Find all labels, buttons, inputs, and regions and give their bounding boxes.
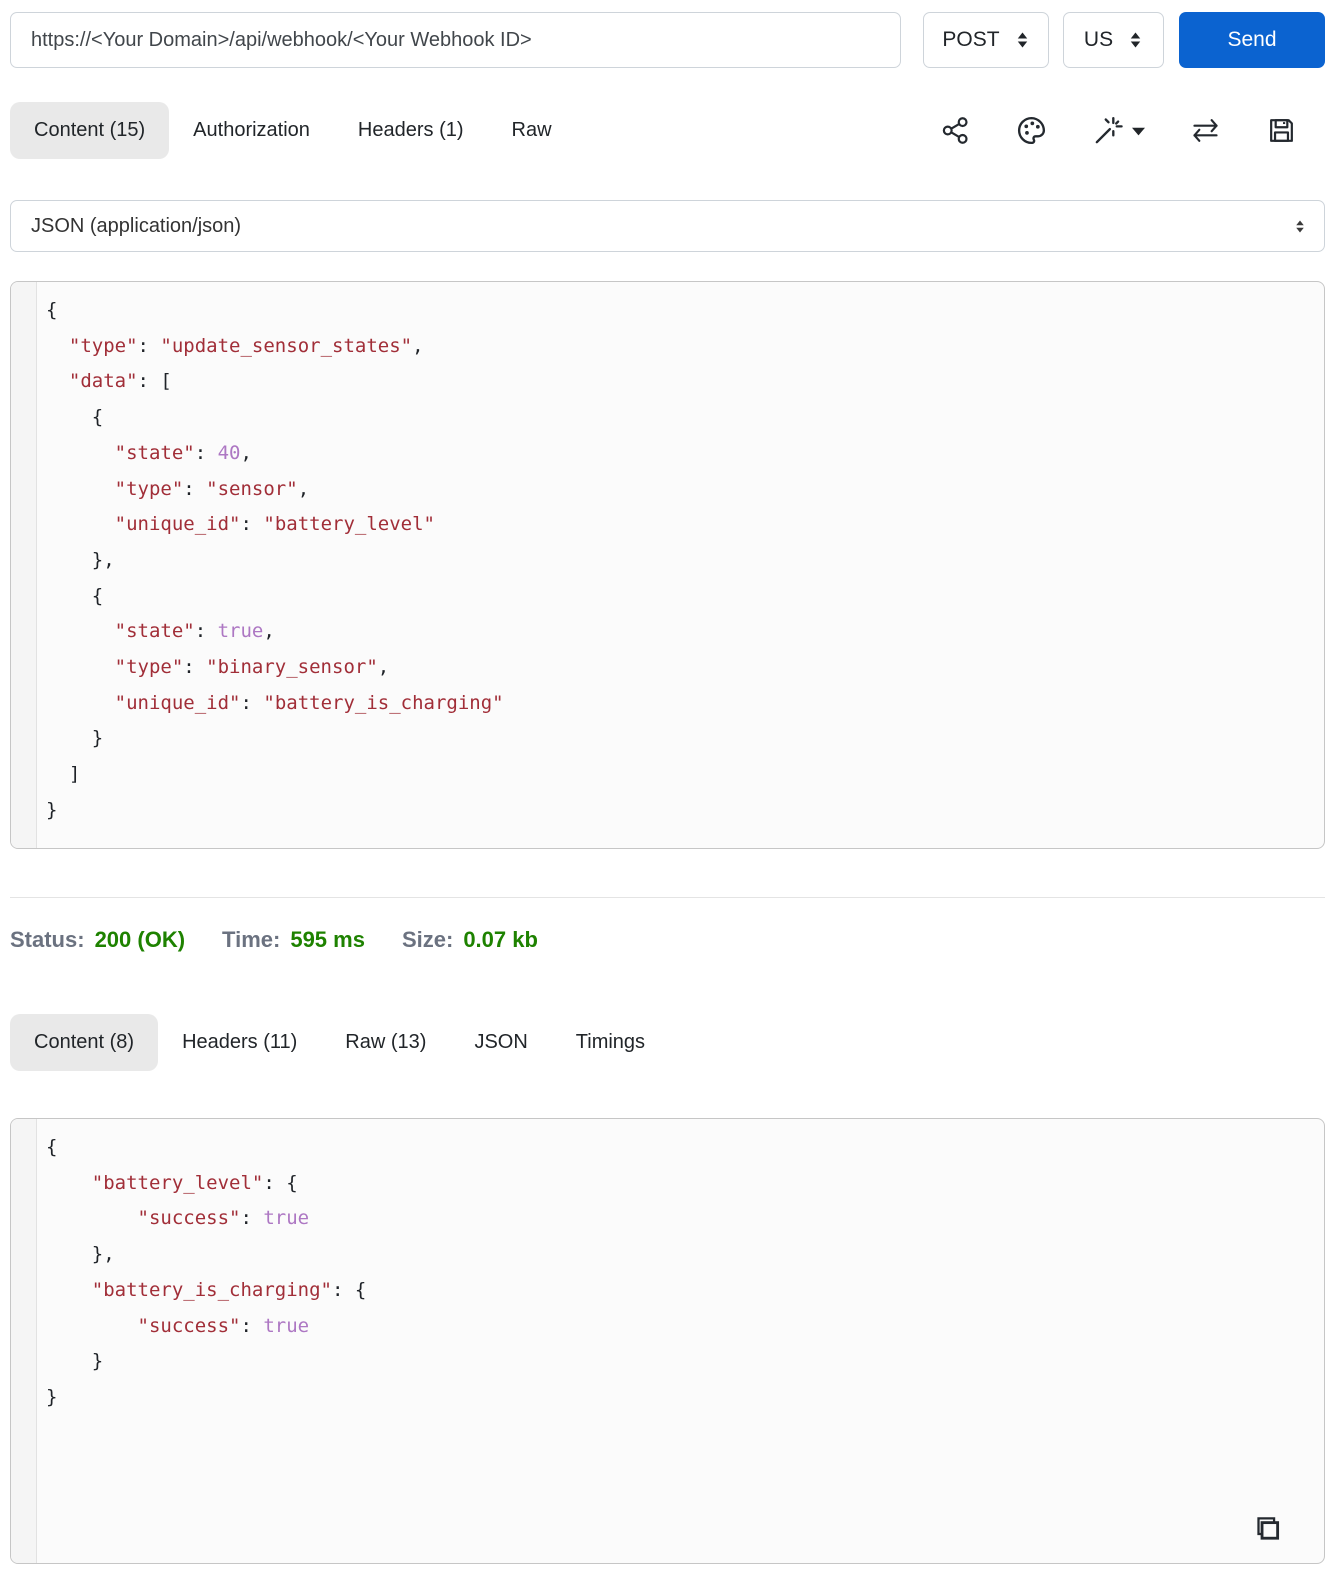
code-line: "success": true bbox=[137, 1314, 310, 1337]
copy-icon[interactable] bbox=[1250, 1512, 1284, 1551]
tab-request-authorization[interactable]: Authorization bbox=[169, 102, 334, 159]
size-label: Size: bbox=[401, 927, 454, 952]
response-status-bar: Status: 200 (OK) Time: 595 ms Size: 0.07… bbox=[10, 927, 1325, 959]
code-line: { bbox=[46, 1136, 58, 1158]
url-input[interactable] bbox=[10, 12, 901, 68]
code-line: { bbox=[46, 406, 104, 429]
request-body-code: { "type": "update_sensor_states", "data"… bbox=[37, 282, 1324, 829]
save-icon[interactable] bbox=[1266, 115, 1297, 146]
share-icon[interactable] bbox=[940, 115, 971, 146]
code-line: } bbox=[46, 727, 104, 750]
time-value: 595 ms bbox=[290, 927, 365, 952]
status-label: Status: bbox=[10, 927, 85, 952]
code-line: "state": true, bbox=[114, 620, 275, 643]
request-body-editor[interactable]: { "type": "update_sensor_states", "data"… bbox=[10, 281, 1325, 849]
caret-down-icon bbox=[1132, 127, 1145, 135]
code-line: "type": "binary_sensor", bbox=[114, 656, 390, 679]
tab-request-headers[interactable]: Headers (1) bbox=[334, 102, 488, 159]
response-body-viewer: { "battery_level": { "success": true }, … bbox=[10, 1118, 1325, 1564]
request-tabs: Content (15) Authorization Headers (1) Raw bbox=[10, 102, 576, 159]
code-line: { bbox=[46, 584, 104, 607]
code-line: } bbox=[46, 1385, 58, 1408]
palette-icon[interactable] bbox=[1015, 114, 1048, 147]
code-line: "unique_id": "battery_is_charging" bbox=[114, 691, 504, 714]
time-label: Time: bbox=[222, 927, 281, 952]
code-line: "state": 40, bbox=[114, 441, 252, 464]
code-line: }, bbox=[46, 1243, 115, 1266]
method-select[interactable]: POST bbox=[923, 12, 1049, 68]
magic-wand-icon[interactable] bbox=[1092, 114, 1145, 147]
code-line: } bbox=[46, 798, 58, 821]
code-line: "type": "sensor", bbox=[114, 477, 310, 500]
viewer-gutter bbox=[11, 1119, 37, 1563]
code-line: } bbox=[46, 1350, 104, 1373]
request-toolbar bbox=[940, 114, 1297, 147]
content-type-value: JSON (application/json) bbox=[31, 214, 242, 237]
api-client-page: POST US Send Content (15)AuthorizationHe… bbox=[0, 0, 1335, 1564]
code-line: "battery_is_charging": { bbox=[91, 1278, 367, 1301]
tab-response-content[interactable]: Content (8) bbox=[10, 1014, 159, 1071]
response-tabs-row: Content (8) Headers (11) Raw (13) JSON Timin… bbox=[10, 1014, 1325, 1071]
region-select[interactable]: US bbox=[1063, 12, 1164, 68]
code-line: "unique_id": "battery_level" bbox=[114, 513, 435, 536]
tab-request-raw[interactable]: Raw bbox=[488, 102, 576, 159]
code-line: "battery_level": { bbox=[91, 1171, 298, 1194]
code-line: { bbox=[46, 299, 58, 321]
status-code-value: 200 (OK) bbox=[94, 927, 186, 952]
region-select-value: US bbox=[1083, 28, 1114, 51]
code-line: }, bbox=[46, 548, 115, 571]
tab-response-timings[interactable]: Timings bbox=[552, 1014, 669, 1071]
code-line: "type": "update_sensor_states", bbox=[68, 334, 424, 357]
code-line: "data": [ bbox=[68, 370, 172, 393]
request-tabs-row: Content (15) Authorization Headers (1) Raw bbox=[10, 102, 1325, 159]
size-value: 0.07 kb bbox=[463, 927, 538, 952]
content-type-select[interactable]: JSON (application/json) bbox=[10, 200, 1325, 252]
editor-gutter bbox=[11, 282, 37, 848]
updown-arrows-icon bbox=[1017, 32, 1027, 48]
updown-arrows-icon bbox=[1296, 220, 1304, 232]
tab-response-raw[interactable]: Raw (13) bbox=[321, 1014, 450, 1071]
response-body-code: { "battery_level": { "success": true }, … bbox=[37, 1119, 1324, 1416]
response-tabs: Content (8) Headers (11) Raw (13) JSON Timin… bbox=[10, 1014, 669, 1071]
swap-arrows-icon[interactable] bbox=[1189, 114, 1222, 147]
section-divider bbox=[10, 897, 1325, 898]
method-select-value: POST bbox=[942, 28, 1000, 51]
request-bar: POST US Send bbox=[10, 12, 1325, 68]
send-button[interactable]: Send bbox=[1179, 12, 1325, 68]
updown-arrows-icon bbox=[1130, 32, 1141, 48]
code-line: "success": true bbox=[137, 1207, 310, 1230]
code-line: ] bbox=[46, 763, 81, 786]
tab-request-content[interactable]: Content (15) bbox=[10, 102, 170, 159]
tab-response-json[interactable]: JSON bbox=[450, 1014, 551, 1071]
tab-response-headers[interactable]: Headers (11) bbox=[158, 1014, 321, 1071]
